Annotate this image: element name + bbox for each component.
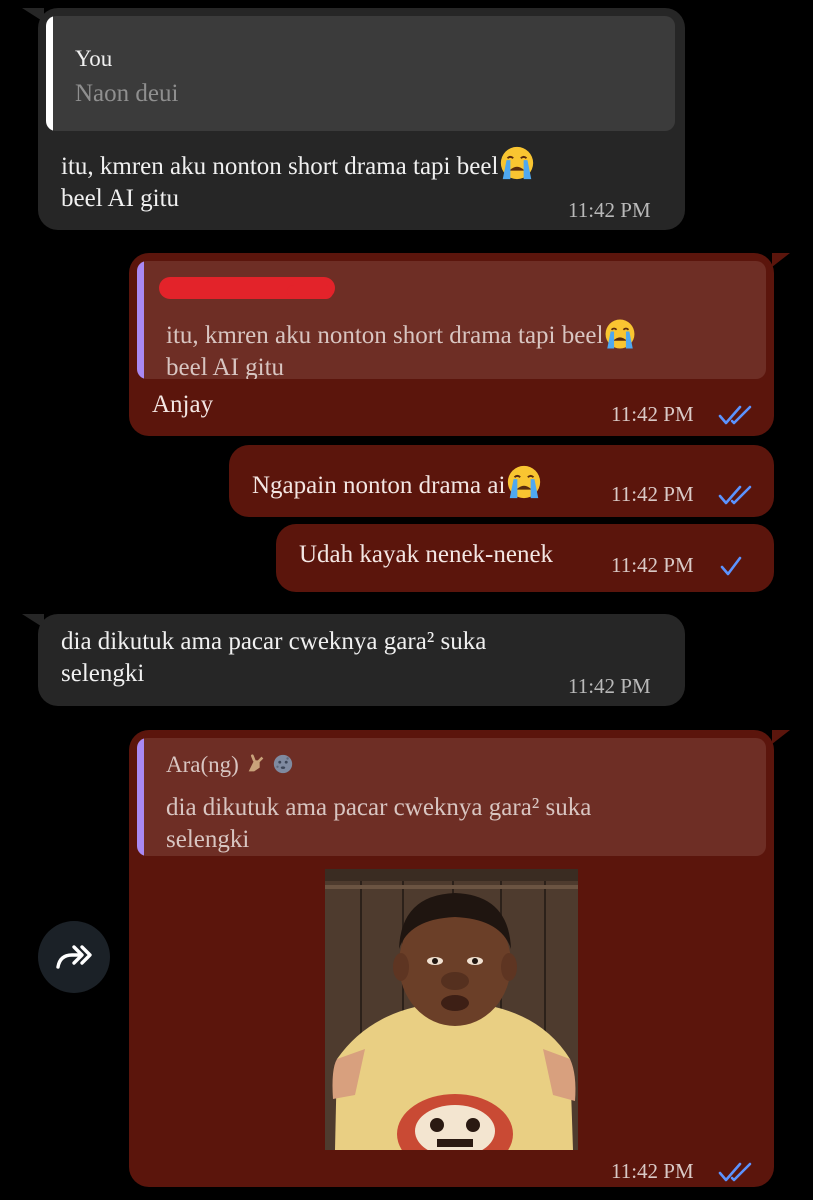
incoming-message[interactable]: dia dikutuk ama pacar cweknya gara² suka…: [38, 614, 685, 706]
reply-bar: [137, 261, 144, 379]
redacted-sender-name-tail: [287, 285, 333, 299]
loudly-crying-face-icon: [501, 146, 534, 180]
message-time: 11:42 PM: [611, 402, 694, 426]
message-text-line2: beel AI gitu: [61, 185, 180, 212]
read-ticks-icon: [718, 1162, 752, 1182]
message-text: dia dikutuk ama pacar cweknya gara² suka…: [61, 626, 486, 690]
reply-sender-name: Ara(ng): [166, 752, 239, 777]
message-photo[interactable]: [325, 869, 578, 1150]
message-time: 11:42 PM: [568, 674, 651, 698]
loudly-crying-face-icon: [508, 465, 541, 499]
reply-bar: [46, 16, 53, 131]
message-text-line1: dia dikutuk ama pacar cweknya gara² suka: [61, 628, 487, 655]
incoming-message[interactable]: You Naon deui itu, kmren aku nonton shor…: [38, 8, 685, 230]
outgoing-message[interactable]: Ara(ng) dia dikutuk ama pacar cweknya ga…: [129, 730, 774, 1187]
reply-preview[interactable]: itu, kmren aku nonton short drama tapi b…: [137, 261, 766, 379]
reply-text-line2: beel AI gitu: [166, 354, 285, 379]
reply-text-line2: selengki: [166, 826, 250, 853]
bubble-tail: [22, 614, 44, 628]
reply-text: dia dikutuk ama pacar cweknya gara² suka…: [166, 792, 591, 856]
outgoing-message[interactable]: Udah kayak nenek-nenek 11:42 PM: [276, 524, 774, 592]
outgoing-message[interactable]: itu, kmren aku nonton short drama tapi b…: [129, 253, 774, 436]
pointing-hand-icon: [248, 754, 263, 772]
message-text: Anjay: [152, 391, 214, 418]
forward-button[interactable]: [38, 921, 110, 993]
reply-preview[interactable]: Ara(ng) dia dikutuk ama pacar cweknya ga…: [137, 738, 766, 856]
photo-illustration: [325, 869, 578, 1150]
reply-preview[interactable]: You Naon deui: [46, 16, 675, 131]
forward-icon: [56, 945, 92, 969]
message-time: 11:42 PM: [611, 1159, 694, 1183]
message-time: 11:42 PM: [568, 198, 651, 222]
bubble-tail: [772, 253, 790, 267]
message-text: Ngapain nonton drama ai: [252, 463, 543, 502]
reply-text: Naon deui: [75, 80, 179, 107]
reply-text: itu, kmren aku nonton short drama tapi b…: [166, 317, 637, 379]
read-ticks-icon: [718, 485, 752, 505]
sent-tick-icon: [720, 556, 742, 576]
reply-text-line1: dia dikutuk ama pacar cweknya gara² suka: [166, 794, 592, 821]
bubble-tail: [22, 8, 44, 22]
reply-text-line1: itu, kmren aku nonton short drama tapi b…: [166, 322, 604, 349]
message-text-content: Ngapain nonton drama ai: [252, 472, 506, 499]
new-moon-face-icon: [274, 754, 293, 774]
reply-sender: Ara(ng): [166, 752, 294, 778]
message-text: itu, kmren aku nonton short drama tapi b…: [61, 144, 621, 215]
message-text-line2: selengki: [61, 660, 145, 687]
message-text: Udah kayak nenek-nenek: [299, 541, 554, 568]
bubble-tail: [772, 730, 790, 744]
reply-bar: [137, 738, 144, 856]
message-text-line1: itu, kmren aku nonton short drama tapi b…: [61, 153, 499, 180]
outgoing-message[interactable]: Ngapain nonton drama ai 11:42 PM: [229, 445, 774, 517]
loudly-crying-face-icon: [605, 319, 635, 349]
message-time: 11:42 PM: [611, 482, 694, 506]
reply-sender: You: [75, 46, 113, 71]
read-ticks-icon: [718, 405, 752, 425]
message-time: 11:42 PM: [611, 553, 694, 577]
